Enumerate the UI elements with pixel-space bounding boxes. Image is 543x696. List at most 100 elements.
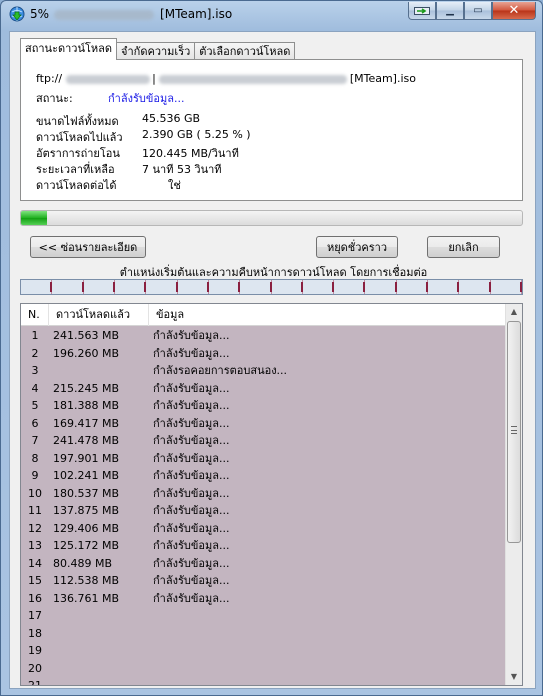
connection-segment xyxy=(146,280,178,294)
list-row[interactable]: 16 136.761 MB กำลังรับข้อมูล... xyxy=(21,590,505,608)
list-row[interactable]: 17 xyxy=(21,607,505,625)
row-downloaded: 125.172 MB xyxy=(53,539,120,552)
row-info xyxy=(149,642,153,660)
row-downloaded: 169.417 MB xyxy=(53,416,120,430)
list-row[interactable]: 4 215.245 MB กำลังรับข้อมูล... xyxy=(21,380,505,398)
list-row[interactable]: 1 241.563 MB กำลังรับข้อมูล... xyxy=(21,327,505,345)
row-info: กำลังรับข้อมูล... xyxy=(153,486,230,500)
hide-details-button[interactable]: << ซ่อนรายละเอียด xyxy=(30,236,146,258)
row-downloaded: 180.537 MB xyxy=(53,486,120,500)
row-info: กำลังรับข้อมูล... xyxy=(153,346,230,360)
row-info: กำลังรับข้อมูล... xyxy=(153,591,230,605)
list-scrollbar[interactable]: ▲ ▼ xyxy=(505,304,522,685)
url-prefix: ftp:// xyxy=(36,72,63,85)
list-row[interactable]: 8 197.901 MB กำลังรับข้อมูล... xyxy=(21,450,505,468)
row-downloaded: 197.901 MB xyxy=(53,451,120,465)
progress-fill xyxy=(21,211,48,225)
list-row[interactable]: 11 137.875 MB กำลังรับข้อมูล... xyxy=(21,502,505,520)
tray-button[interactable] xyxy=(408,2,436,20)
list-row[interactable]: 7 241.478 MB กำลังรับข้อมูล... xyxy=(21,432,505,450)
row-info: กำลังรอคอยการตอบสนอง... xyxy=(153,364,288,377)
row-downloaded xyxy=(49,677,149,685)
row-info: กำลังรับข้อมูล... xyxy=(153,451,230,465)
list-row[interactable]: 13 125.172 MB กำลังรับข้อมูล... xyxy=(21,537,505,555)
scroll-thumb[interactable] xyxy=(507,321,521,543)
resume-label: ดาวน์โหลดต่อได้ xyxy=(36,179,117,192)
connection-segment xyxy=(21,280,53,294)
row-number: 3 xyxy=(31,364,39,377)
list-row[interactable]: 6 169.417 MB กำลังรับข้อมูล... xyxy=(21,415,505,433)
pause-button[interactable]: หยุดชั่วคราว xyxy=(316,236,398,258)
list-row[interactable]: 12 129.406 MB กำลังรับข้อมูล... xyxy=(21,520,505,538)
list-row[interactable]: 5 181.388 MB กำลังรับข้อมูล... xyxy=(21,397,505,415)
redacted-path xyxy=(158,74,347,84)
idm-globe-icon xyxy=(9,6,25,22)
column-header-number[interactable]: N. xyxy=(21,304,49,326)
size-label: ขนาดไฟล์ทั้งหมด xyxy=(36,115,119,128)
row-downloaded: 196.260 MB xyxy=(53,346,120,360)
row-info: กำลังรับข้อมูล... xyxy=(153,556,230,570)
connection-segment xyxy=(178,280,209,294)
row-info: กำลังรับข้อมูล... xyxy=(153,399,230,412)
row-number: 19 xyxy=(28,644,42,657)
connection-segment xyxy=(334,280,366,294)
row-number: 8 xyxy=(31,451,39,465)
minimize-button[interactable]: ▁ xyxy=(436,2,464,20)
list-row[interactable]: 3 กำลังรอคอยการตอบสนอง... xyxy=(21,362,505,380)
resume-row: ดาวน์โหลดต่อได้ ใช่ xyxy=(36,176,181,194)
list-row[interactable]: 10 180.537 MB กำลังรับข้อมูล... xyxy=(21,485,505,503)
column-header-downloaded[interactable]: ดาวน์โหลดแล้ว xyxy=(49,304,149,326)
list-row[interactable]: 19 xyxy=(21,642,505,660)
row-number: 15 xyxy=(28,574,42,587)
scroll-down-arrow-icon[interactable]: ▼ xyxy=(506,669,522,685)
list-row[interactable]: 15 112.538 MB กำลังรับข้อมูล... xyxy=(21,572,505,590)
list-row[interactable]: 20 xyxy=(21,660,505,678)
list-row[interactable]: 21 xyxy=(21,677,505,685)
window-title: 5% [MTeam].iso xyxy=(30,7,232,21)
maximize-button[interactable]: ▭ xyxy=(464,2,492,20)
tab-download-options[interactable]: ตัวเลือกดาวน์โหลด xyxy=(194,42,296,60)
connections-list[interactable]: N. ดาวน์โหลดแล้ว ข้อมูล 1 241.563 MB กำลัง… xyxy=(20,303,523,686)
row-info: กำลังรับข้อมูล... xyxy=(153,469,230,482)
row-number: 7 xyxy=(31,434,39,447)
list-rows: 1 241.563 MB กำลังรับข้อมูล... 2 196.260 MB ก… xyxy=(21,327,505,685)
list-row[interactable]: 18 xyxy=(21,625,505,643)
scroll-up-arrow-icon[interactable]: ▲ xyxy=(506,304,522,320)
row-number: 10 xyxy=(28,486,42,500)
row-number: 4 xyxy=(31,381,39,395)
column-header-info[interactable]: ข้อมูล xyxy=(149,304,505,326)
close-button[interactable]: ✕ xyxy=(492,2,536,20)
row-info xyxy=(149,660,153,678)
remaining-value: 7 นาที 53 วินาที xyxy=(142,163,222,176)
tab-speed-limit[interactable]: จำกัดความเร็ว xyxy=(116,42,196,60)
connection-segment xyxy=(365,280,397,294)
row-number: 20 xyxy=(28,661,42,675)
remaining-label: ระยะเวลาที่เหลือ xyxy=(36,163,115,176)
connection-segment xyxy=(52,280,84,294)
list-row[interactable]: 14 80.489 MB กำลังรับข้อมูล... xyxy=(21,555,505,573)
row-info: กำลังรับข้อมูล... xyxy=(153,329,230,342)
download-window: 5% [MTeam].iso ▁ ▭ ✕ สถานะดาวน์โหลด จำกัด… xyxy=(0,0,543,696)
row-downloaded xyxy=(49,625,149,643)
connection-segment xyxy=(84,280,115,294)
row-number: 1 xyxy=(31,329,39,342)
row-downloaded: 80.489 MB xyxy=(53,556,113,570)
title-bar[interactable]: 5% [MTeam].iso ▁ ▭ ✕ xyxy=(1,1,542,27)
row-downloaded: 129.406 MB xyxy=(53,521,120,535)
row-number: 13 xyxy=(28,539,42,552)
row-info xyxy=(149,625,153,643)
list-row[interactable]: 9 102.241 MB กำลังรับข้อมูล... xyxy=(21,467,505,485)
row-number: 5 xyxy=(31,399,39,412)
row-number: 17 xyxy=(28,609,42,622)
tab-download-status[interactable]: สถานะดาวน์โหลด xyxy=(20,38,118,60)
connection-segment xyxy=(209,280,241,294)
grip-icon xyxy=(511,426,517,434)
list-row[interactable]: 2 196.260 MB กำลังรับข้อมูล... xyxy=(21,345,505,363)
maximize-icon: ▭ xyxy=(473,5,483,16)
row-downloaded: 241.563 MB xyxy=(53,329,120,342)
row-info: กำลังรับข้อมูล... xyxy=(153,504,230,517)
connection-segment xyxy=(459,280,491,294)
row-info: กำลังรับข้อมูล... xyxy=(153,381,230,395)
cancel-button[interactable]: ยกเลิก xyxy=(427,236,500,258)
row-downloaded xyxy=(49,660,149,678)
